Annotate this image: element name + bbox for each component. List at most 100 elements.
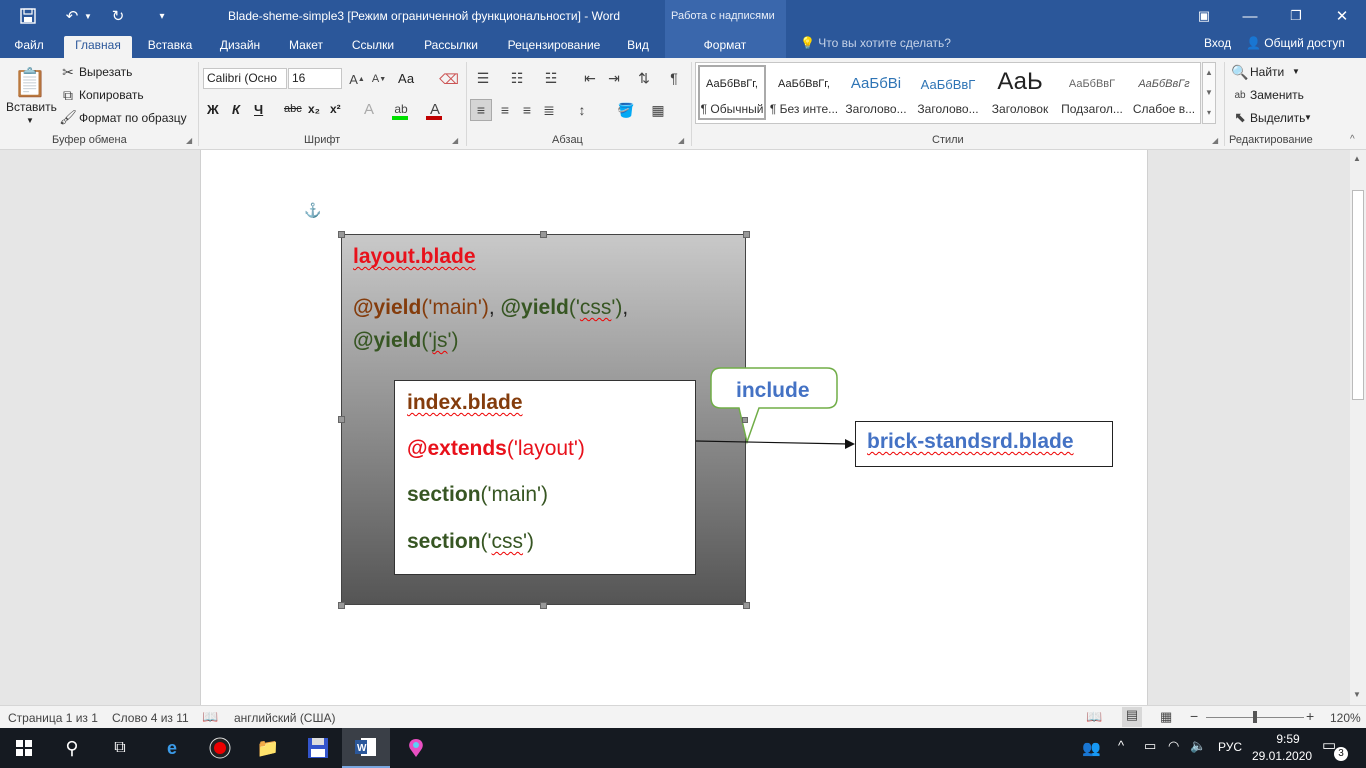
tab-layout[interactable]: Макет [280, 36, 332, 58]
copy-icon[interactable]: ⧉ [60, 87, 76, 103]
shrink-font-icon[interactable]: A ▼ [370, 70, 388, 88]
cut-button[interactable]: Вырезать [79, 65, 132, 79]
redo-icon[interactable]: ↻ [98, 0, 138, 32]
find-dropdown-icon[interactable]: ▼ [1292, 67, 1300, 76]
select-dropdown-icon[interactable]: ▼ [1304, 113, 1312, 122]
paint3d-icon[interactable] [392, 728, 440, 768]
strikethrough-button[interactable]: abc [284, 103, 302, 115]
style-no-spacing[interactable]: АаБбВвГг, ¶ Без инте... [769, 66, 839, 122]
increase-indent-icon[interactable]: ⇥ [604, 68, 624, 88]
replace-button[interactable]: Заменить [1250, 88, 1304, 102]
format-painter-button[interactable]: Формат по образцу [79, 111, 187, 125]
zoom-in-icon[interactable]: + [1306, 708, 1314, 724]
callout-adjust-handle[interactable] [742, 417, 748, 423]
select-cursor-icon[interactable]: ⬉ [1232, 109, 1248, 125]
tell-me-search[interactable]: 💡 Что вы хотите сделать? [800, 36, 951, 50]
font-name-combo[interactable]: Calibri (Осно [203, 68, 287, 89]
style-heading-2[interactable]: АаБбВвГ Заголово... [913, 66, 983, 122]
font-size-combo[interactable]: 16 [288, 68, 342, 89]
styles-scroll[interactable]: ▲ ▼ ▾ [1202, 62, 1216, 124]
style-title[interactable]: АаЬ Заголовок [985, 66, 1055, 122]
style-subtle-emphasis[interactable]: АаБбВвГг Слабое в... [1129, 66, 1199, 122]
task-view-icon[interactable]: ⧉ [96, 728, 144, 768]
zoom-level[interactable]: 120% [1330, 711, 1361, 725]
format-painter-icon[interactable]: 🖌 [59, 109, 77, 125]
web-layout-icon[interactable]: ▦ [1160, 709, 1172, 725]
copy-button[interactable]: Копировать [79, 88, 144, 102]
text-effects-icon[interactable]: A [360, 100, 378, 118]
resize-handle[interactable] [743, 602, 750, 609]
ribbon-display-options-icon[interactable]: ▣ [1184, 0, 1224, 32]
tab-view[interactable]: Вид [618, 36, 658, 58]
grow-font-icon[interactable]: A ▲ [348, 70, 366, 88]
read-mode-icon[interactable]: 📖 [1086, 709, 1102, 725]
style-subtitle[interactable]: АаБбВвГ Подзагол... [1057, 66, 1127, 122]
decrease-indent-icon[interactable]: ⇤ [580, 68, 600, 88]
word-count[interactable]: Слово 4 из 11 [112, 711, 189, 725]
minimize-button[interactable]: — [1230, 0, 1270, 32]
paste-dropdown-icon[interactable]: ▼ [26, 116, 34, 125]
word-taskbar-icon[interactable]: W [342, 728, 390, 768]
bold-button[interactable]: Ж [207, 102, 219, 117]
numbering-icon[interactable]: ☷ [506, 68, 528, 88]
style-normal[interactable]: АаБбВвГг, ¶ Обычный [697, 66, 767, 122]
battery-icon[interactable]: ▭ [1144, 738, 1156, 754]
tab-references[interactable]: Ссылки [342, 36, 404, 58]
font-launcher-icon[interactable]: ◢ [452, 136, 458, 145]
floppy-app-icon[interactable] [294, 728, 342, 768]
justify-icon[interactable]: ≣ [538, 99, 560, 121]
pilcrow-icon[interactable]: ¶ [664, 68, 684, 88]
line-spacing-icon[interactable]: ↕ [568, 99, 596, 121]
search-icon[interactable]: ⚲ [48, 728, 96, 768]
print-layout-icon[interactable]: ▤ [1122, 707, 1142, 727]
align-right-icon[interactable]: ≡ [516, 99, 538, 121]
paste-label[interactable]: Вставить [6, 100, 57, 114]
people-icon[interactable]: 👥 [1082, 739, 1101, 757]
italic-button[interactable]: К [232, 102, 240, 117]
shading-icon[interactable]: 🪣 [612, 99, 640, 121]
share-button[interactable]: 👤 Общий доступ [1246, 36, 1345, 50]
find-button[interactable]: Найти [1250, 65, 1284, 79]
proofing-icon[interactable]: 📖 [202, 709, 218, 725]
replace-icon[interactable]: ab [1232, 87, 1248, 103]
tab-design[interactable]: Дизайн [210, 36, 270, 58]
edge-icon[interactable]: e [148, 728, 196, 768]
page-count[interactable]: Страница 1 из 1 [8, 711, 98, 725]
clock-date[interactable]: 29.01.2020 [1252, 749, 1312, 763]
recorder-icon[interactable] [196, 728, 244, 768]
sort-icon[interactable]: ⇅ [634, 68, 654, 88]
superscript-button[interactable]: x² [330, 102, 341, 116]
windows-start-icon[interactable] [0, 728, 48, 768]
zoom-slider-thumb[interactable] [1253, 711, 1257, 723]
align-left-icon[interactable]: ≡ [470, 99, 492, 121]
scissors-icon[interactable]: ✂ [60, 64, 76, 80]
resize-handle[interactable] [743, 231, 750, 238]
paragraph-launcher-icon[interactable]: ◢ [678, 136, 684, 145]
tab-mailings[interactable]: Рассылки [414, 36, 488, 58]
close-button[interactable]: ✕ [1322, 0, 1362, 32]
file-explorer-icon[interactable]: 📁 [244, 728, 292, 768]
subscript-button[interactable]: x₂ [308, 102, 320, 116]
change-case-button[interactable]: Аа [398, 71, 414, 86]
align-center-icon[interactable]: ≡ [494, 99, 516, 121]
borders-icon[interactable]: ▦ [644, 99, 672, 121]
resize-handle[interactable] [540, 602, 547, 609]
tab-insert[interactable]: Вставка [140, 36, 200, 58]
clear-formatting-icon[interactable]: ⌫ [439, 70, 459, 88]
brick-standard-textbox[interactable]: brick-standsrd.blade [855, 421, 1113, 467]
bullets-icon[interactable]: ☰ [472, 68, 494, 88]
underline-button[interactable]: Ч [254, 102, 263, 117]
tab-format[interactable]: Формат [695, 36, 755, 58]
language-indicator[interactable]: английский (США) [234, 711, 335, 725]
collapse-ribbon-icon[interactable]: ^ [1350, 134, 1355, 145]
tab-review[interactable]: Рецензирование [498, 36, 610, 58]
scroll-thumb[interactable] [1352, 190, 1364, 400]
tab-home[interactable]: Главная [64, 36, 132, 58]
input-language[interactable]: РУС [1218, 740, 1242, 754]
resize-handle[interactable] [338, 602, 345, 609]
select-button[interactable]: Выделить [1250, 111, 1305, 125]
zoom-out-icon[interactable]: − [1190, 708, 1198, 724]
vertical-scrollbar[interactable]: ▲ ▼ [1350, 150, 1366, 705]
style-heading-1[interactable]: АаБбВі Заголово... [841, 66, 911, 122]
styles-launcher-icon[interactable]: ◢ [1212, 136, 1218, 145]
